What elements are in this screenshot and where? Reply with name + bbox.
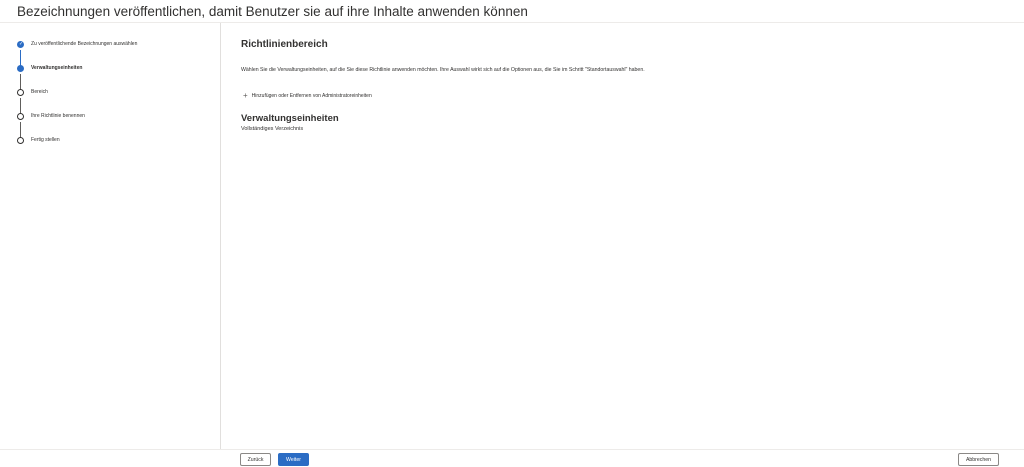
step-current-indicator xyxy=(17,64,24,72)
step-label: Verwaltungseinheiten xyxy=(31,65,83,71)
step-label: Bereich xyxy=(31,89,48,95)
step-label: Zu veröffentlichende Bezeichnungen auswä… xyxy=(31,41,138,47)
wizard-step-labels[interactable]: ✓ Zu veröffentlichende Bezeichnungen aus… xyxy=(17,38,137,50)
check-icon: ✓ xyxy=(19,40,24,47)
next-button[interactable]: Weiter xyxy=(278,453,309,466)
step-pending-indicator xyxy=(17,88,24,96)
wizard-step-finish[interactable]: Fertig stellen xyxy=(17,134,60,146)
step-label: Fertig stellen xyxy=(31,137,60,143)
wizard-step-admin-units[interactable]: Verwaltungseinheiten xyxy=(17,62,82,74)
admin-units-heading: Verwaltungseinheiten xyxy=(241,113,339,124)
step-label: Ihre Richtlinie benennen xyxy=(31,113,85,119)
step-pending-indicator xyxy=(17,136,24,144)
section-title: Richtlinienbereich xyxy=(241,39,328,50)
add-link-label: Hinzufügen oder Entfernen von Administra… xyxy=(251,93,372,99)
page-title: Bezeichnungen veröffentlichen, damit Ben… xyxy=(17,4,528,19)
back-button[interactable]: Zurück xyxy=(240,453,271,466)
step-pending-indicator xyxy=(17,112,24,120)
page-header: Bezeichnungen veröffentlichen, damit Ben… xyxy=(0,0,1024,23)
wizard-sidebar: ✓ Zu veröffentlichende Bezeichnungen aus… xyxy=(0,23,221,449)
cancel-button[interactable]: Abbrechen xyxy=(958,453,999,466)
plus-icon: + xyxy=(243,91,248,100)
wizard-step-name-policy[interactable]: Ihre Richtlinie benennen xyxy=(17,110,85,122)
wizard-step-scope[interactable]: Bereich xyxy=(17,86,48,98)
wizard-footer: Zurück Weiter Abbrechen xyxy=(0,449,1024,467)
step-completed-indicator: ✓ xyxy=(17,40,24,48)
admin-units-value: Vollständiges Verzeichnis xyxy=(241,126,304,132)
section-description: Wählen Sie die Verwaltungseinheiten, auf… xyxy=(241,67,645,73)
add-remove-admin-units-link[interactable]: + Hinzufügen oder Entfernen von Administ… xyxy=(243,92,372,100)
